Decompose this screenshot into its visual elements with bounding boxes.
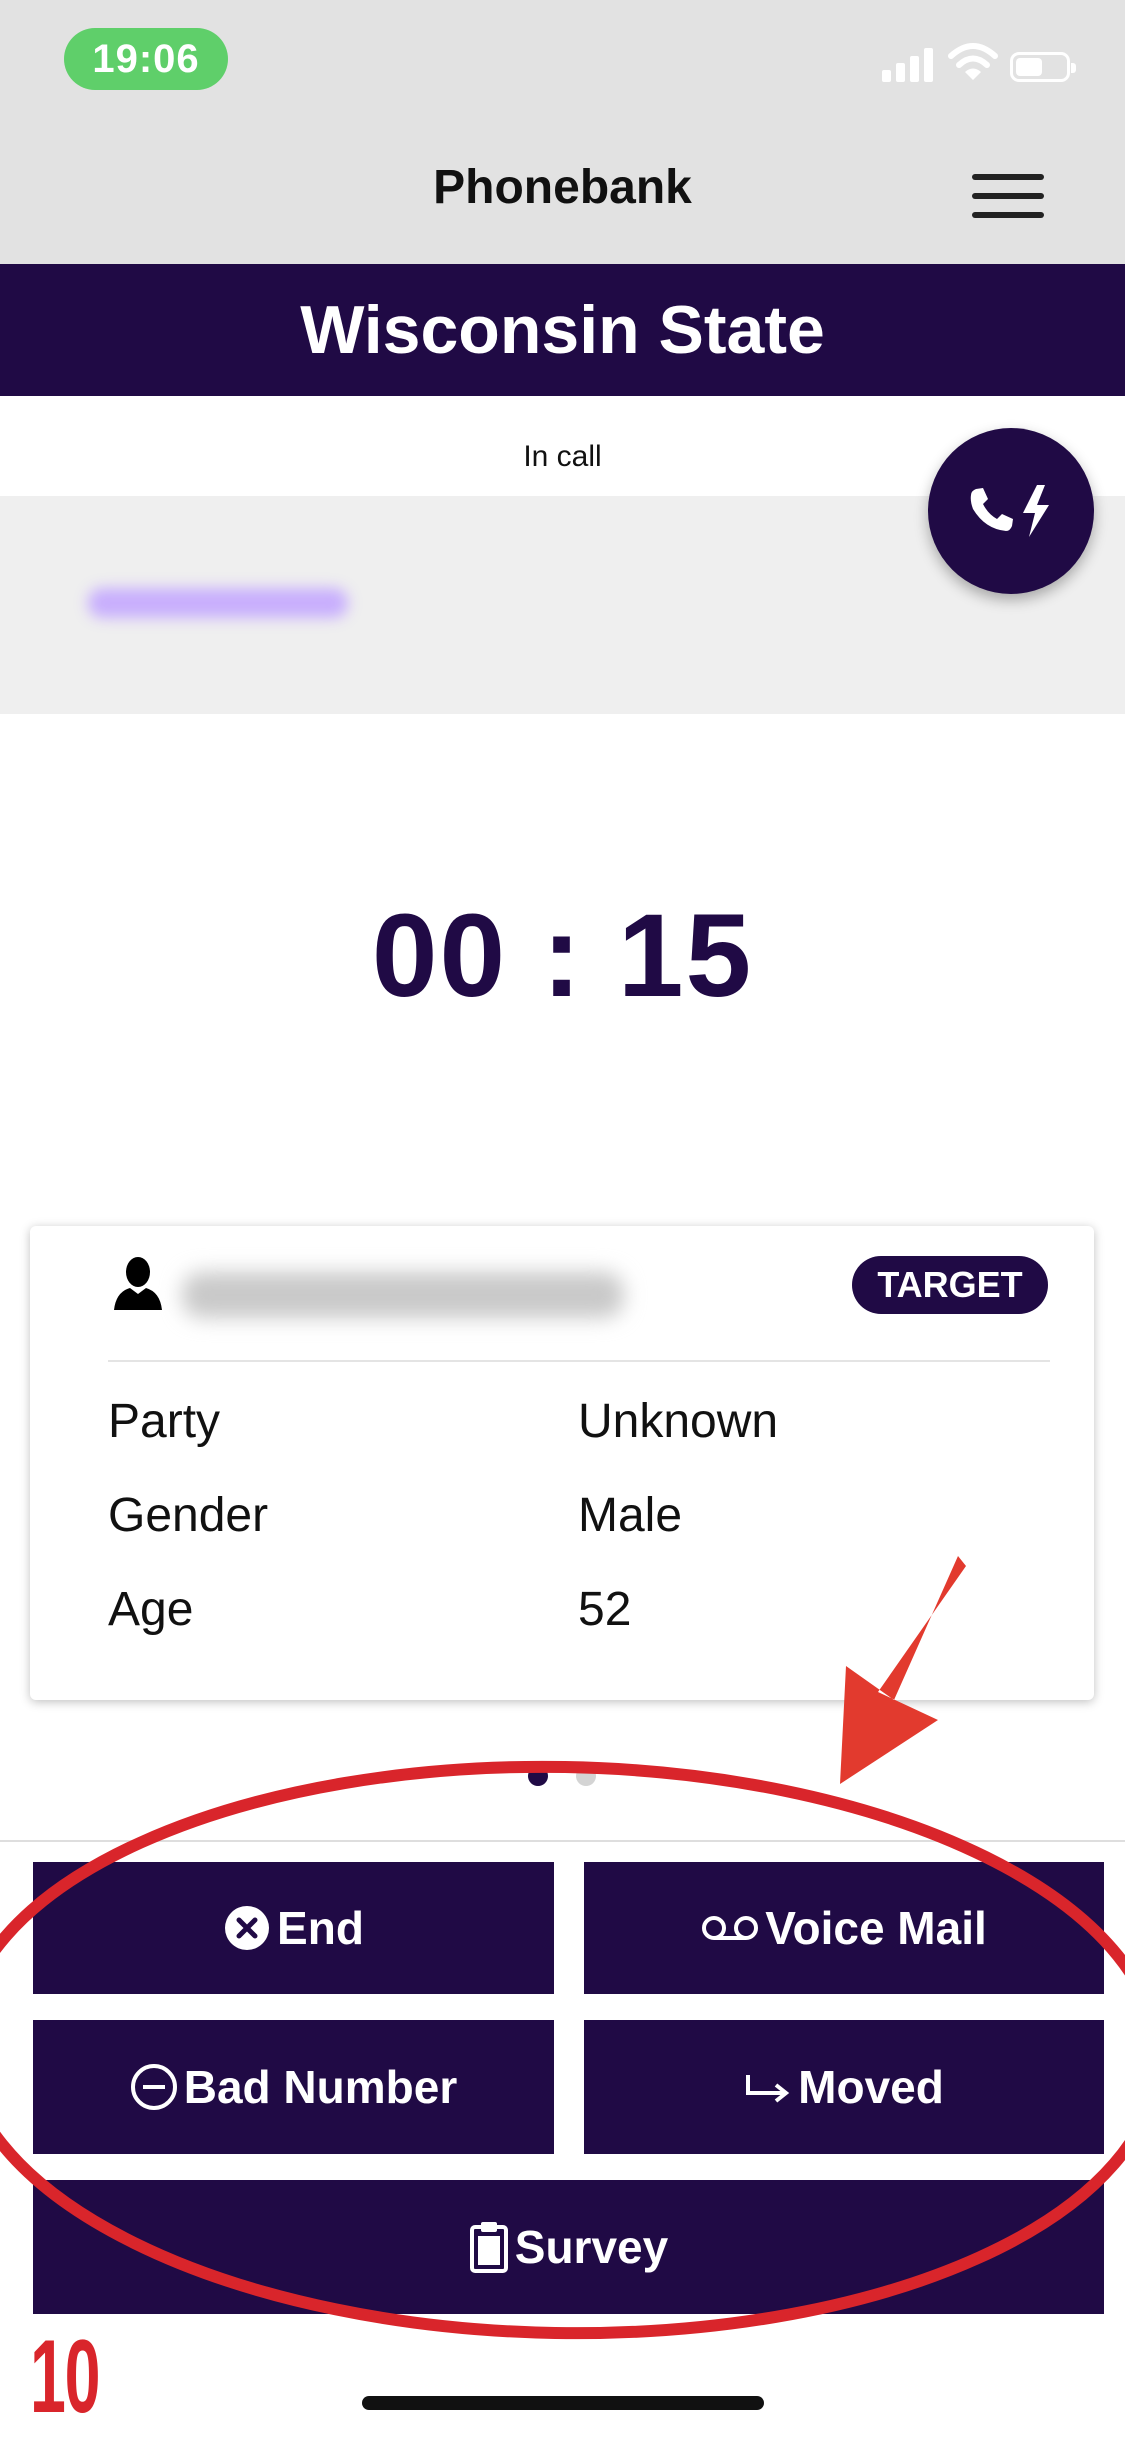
app-title: Phonebank [433, 161, 692, 214]
voicemail-button[interactable]: Voice Mail [584, 1862, 1104, 1994]
page-dot[interactable] [576, 1766, 596, 1786]
wifi-icon [948, 43, 998, 80]
minus-circle-icon [130, 2064, 177, 2110]
person-icon [114, 1257, 162, 1310]
battery-icon [1010, 52, 1076, 82]
status-time: 19:06 [64, 28, 228, 90]
voicemail-icon [702, 1916, 759, 1940]
age-label: Age [108, 1583, 194, 1636]
campaign-title: Wisconsin State [0, 264, 1125, 396]
age-value: 52 [578, 1583, 632, 1636]
gender-value: Male [578, 1489, 683, 1542]
end-button[interactable]: End [33, 1862, 554, 1994]
home-indicator[interactable] [362, 2396, 764, 2410]
bad-number-button[interactable]: Bad Number [33, 2020, 554, 2154]
phone-number-redacted [88, 588, 348, 618]
survey-button[interactable]: Survey [33, 2180, 1104, 2314]
actions-divider [0, 1840, 1125, 1842]
close-circle-icon [225, 1906, 270, 1950]
page-indicator[interactable] [524, 1766, 604, 1788]
end-label: End [277, 1902, 364, 1954]
phone-bolt-icon [970, 485, 1049, 537]
forward-arrow-icon [746, 2075, 790, 2103]
hamburger-menu-icon[interactable] [972, 172, 1044, 222]
target-badge: TARGET [852, 1256, 1048, 1314]
voicemail-label: Voice Mail [765, 1902, 987, 1954]
quick-call-button[interactable] [928, 428, 1094, 594]
party-label: Party [108, 1395, 221, 1448]
survey-label: Survey [514, 2221, 669, 2273]
clipboard-icon [469, 2222, 508, 2273]
signal-icon [882, 46, 934, 82]
call-timer: 00 : 15 [371, 890, 754, 1022]
page-dot-active[interactable] [528, 1766, 548, 1786]
gender-label: Gender [108, 1489, 269, 1542]
card-divider [108, 1360, 1050, 1362]
moved-label: Moved [798, 2061, 944, 2113]
moved-button[interactable]: Moved [584, 2020, 1104, 2154]
annotation-number: 10 [30, 2319, 100, 2435]
party-value: Unknown [578, 1395, 779, 1448]
contact-name-redacted [182, 1272, 624, 1318]
bad-number-label: Bad Number [183, 2061, 458, 2113]
